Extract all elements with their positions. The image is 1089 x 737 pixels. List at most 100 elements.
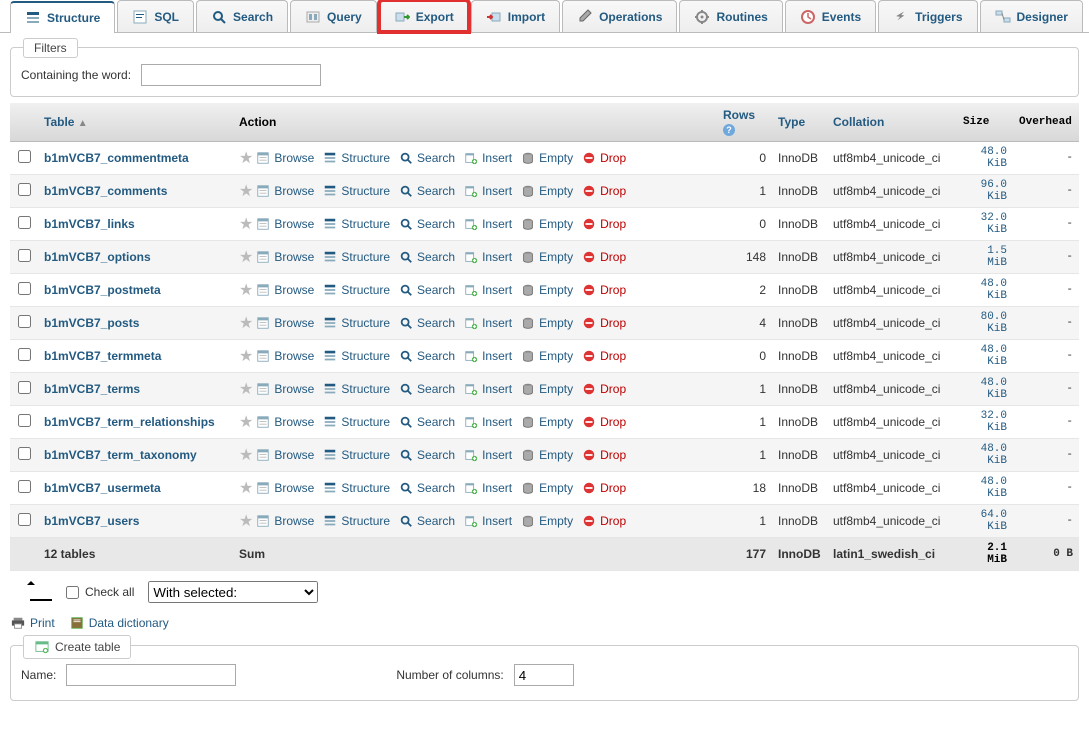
- search-action[interactable]: Search: [396, 315, 461, 331]
- create-cols-input[interactable]: [514, 664, 574, 686]
- row-checkbox[interactable]: [18, 150, 31, 163]
- insert-action[interactable]: Insert: [461, 348, 518, 364]
- size-cell[interactable]: 48.0 KiB: [957, 373, 1013, 406]
- search-action[interactable]: Search: [396, 282, 461, 298]
- header-overhead[interactable]: Overhead: [1013, 103, 1079, 142]
- structure-action[interactable]: Structure: [320, 216, 396, 232]
- empty-action[interactable]: Empty: [518, 480, 579, 496]
- row-checkbox[interactable]: [18, 282, 31, 295]
- browse-action[interactable]: Browse: [253, 480, 320, 496]
- empty-action[interactable]: Empty: [518, 249, 579, 265]
- favorite-star-icon[interactable]: ★: [239, 346, 253, 366]
- drop-action[interactable]: Drop: [579, 381, 632, 397]
- tab-search[interactable]: Search: [196, 0, 288, 32]
- insert-action[interactable]: Insert: [461, 249, 518, 265]
- structure-action[interactable]: Structure: [320, 447, 396, 463]
- browse-action[interactable]: Browse: [253, 150, 320, 166]
- favorite-star-icon[interactable]: ★: [239, 445, 253, 465]
- table-name-link[interactable]: b1mVCB7_options: [44, 250, 151, 264]
- size-cell[interactable]: 32.0 KiB: [957, 406, 1013, 439]
- row-checkbox[interactable]: [18, 348, 31, 361]
- browse-action[interactable]: Browse: [253, 315, 320, 331]
- browse-action[interactable]: Browse: [253, 282, 320, 298]
- row-checkbox[interactable]: [18, 447, 31, 460]
- browse-action[interactable]: Browse: [253, 381, 320, 397]
- insert-action[interactable]: Insert: [461, 282, 518, 298]
- size-cell[interactable]: 48.0 KiB: [957, 142, 1013, 175]
- tab-routines[interactable]: Routines: [679, 0, 782, 32]
- table-name-link[interactable]: b1mVCB7_links: [44, 217, 135, 231]
- table-name-link[interactable]: b1mVCB7_comments: [44, 184, 167, 198]
- insert-action[interactable]: Insert: [461, 315, 518, 331]
- create-name-input[interactable]: [66, 664, 236, 686]
- favorite-star-icon[interactable]: ★: [239, 379, 253, 399]
- header-rows[interactable]: Rows ?: [717, 103, 772, 142]
- empty-action[interactable]: Empty: [518, 183, 579, 199]
- favorite-star-icon[interactable]: ★: [239, 313, 253, 333]
- structure-action[interactable]: Structure: [320, 282, 396, 298]
- search-action[interactable]: Search: [396, 249, 461, 265]
- table-name-link[interactable]: b1mVCB7_term_taxonomy: [44, 448, 197, 462]
- table-name-link[interactable]: b1mVCB7_posts: [44, 316, 139, 330]
- browse-action[interactable]: Browse: [253, 447, 320, 463]
- size-cell[interactable]: 64.0 KiB: [957, 505, 1013, 538]
- empty-action[interactable]: Empty: [518, 150, 579, 166]
- insert-action[interactable]: Insert: [461, 513, 518, 529]
- print-link[interactable]: Print: [10, 615, 55, 631]
- structure-action[interactable]: Structure: [320, 414, 396, 430]
- structure-action[interactable]: Structure: [320, 348, 396, 364]
- structure-action[interactable]: Structure: [320, 249, 396, 265]
- structure-action[interactable]: Structure: [320, 183, 396, 199]
- size-cell[interactable]: 1.5 MiB: [957, 241, 1013, 274]
- search-action[interactable]: Search: [396, 183, 461, 199]
- structure-action[interactable]: Structure: [320, 381, 396, 397]
- drop-action[interactable]: Drop: [579, 216, 632, 232]
- favorite-star-icon[interactable]: ★: [239, 478, 253, 498]
- row-checkbox[interactable]: [18, 513, 31, 526]
- drop-action[interactable]: Drop: [579, 447, 632, 463]
- browse-action[interactable]: Browse: [253, 216, 320, 232]
- table-name-link[interactable]: b1mVCB7_terms: [44, 382, 140, 396]
- insert-action[interactable]: Insert: [461, 480, 518, 496]
- favorite-star-icon[interactable]: ★: [239, 412, 253, 432]
- size-cell[interactable]: 80.0 KiB: [957, 307, 1013, 340]
- browse-action[interactable]: Browse: [253, 414, 320, 430]
- favorite-star-icon[interactable]: ★: [239, 148, 253, 168]
- size-cell[interactable]: 48.0 KiB: [957, 472, 1013, 505]
- empty-action[interactable]: Empty: [518, 513, 579, 529]
- insert-action[interactable]: Insert: [461, 183, 518, 199]
- favorite-star-icon[interactable]: ★: [239, 214, 253, 234]
- favorite-star-icon[interactable]: ★: [239, 280, 253, 300]
- structure-action[interactable]: Structure: [320, 513, 396, 529]
- search-action[interactable]: Search: [396, 348, 461, 364]
- favorite-star-icon[interactable]: ★: [239, 181, 253, 201]
- search-action[interactable]: Search: [396, 513, 461, 529]
- tab-query[interactable]: Query: [290, 0, 377, 32]
- empty-action[interactable]: Empty: [518, 315, 579, 331]
- browse-action[interactable]: Browse: [253, 513, 320, 529]
- browse-action[interactable]: Browse: [253, 249, 320, 265]
- drop-action[interactable]: Drop: [579, 150, 632, 166]
- with-selected-dropdown[interactable]: With selected:: [148, 581, 318, 603]
- favorite-star-icon[interactable]: ★: [239, 511, 253, 531]
- size-cell[interactable]: 48.0 KiB: [957, 274, 1013, 307]
- drop-action[interactable]: Drop: [579, 183, 632, 199]
- search-action[interactable]: Search: [396, 414, 461, 430]
- empty-action[interactable]: Empty: [518, 348, 579, 364]
- tab-structure[interactable]: Structure: [10, 1, 115, 33]
- drop-action[interactable]: Drop: [579, 315, 632, 331]
- tab-triggers[interactable]: Triggers: [878, 0, 977, 32]
- empty-action[interactable]: Empty: [518, 282, 579, 298]
- structure-action[interactable]: Structure: [320, 150, 396, 166]
- insert-action[interactable]: Insert: [461, 150, 518, 166]
- size-cell[interactable]: 96.0 KiB: [957, 175, 1013, 208]
- browse-action[interactable]: Browse: [253, 348, 320, 364]
- row-checkbox[interactable]: [18, 183, 31, 196]
- empty-action[interactable]: Empty: [518, 216, 579, 232]
- row-checkbox[interactable]: [18, 480, 31, 493]
- table-name-link[interactable]: b1mVCB7_postmeta: [44, 283, 161, 297]
- browse-action[interactable]: Browse: [253, 183, 320, 199]
- size-cell[interactable]: 48.0 KiB: [957, 340, 1013, 373]
- header-size[interactable]: Size: [957, 103, 1013, 142]
- search-action[interactable]: Search: [396, 480, 461, 496]
